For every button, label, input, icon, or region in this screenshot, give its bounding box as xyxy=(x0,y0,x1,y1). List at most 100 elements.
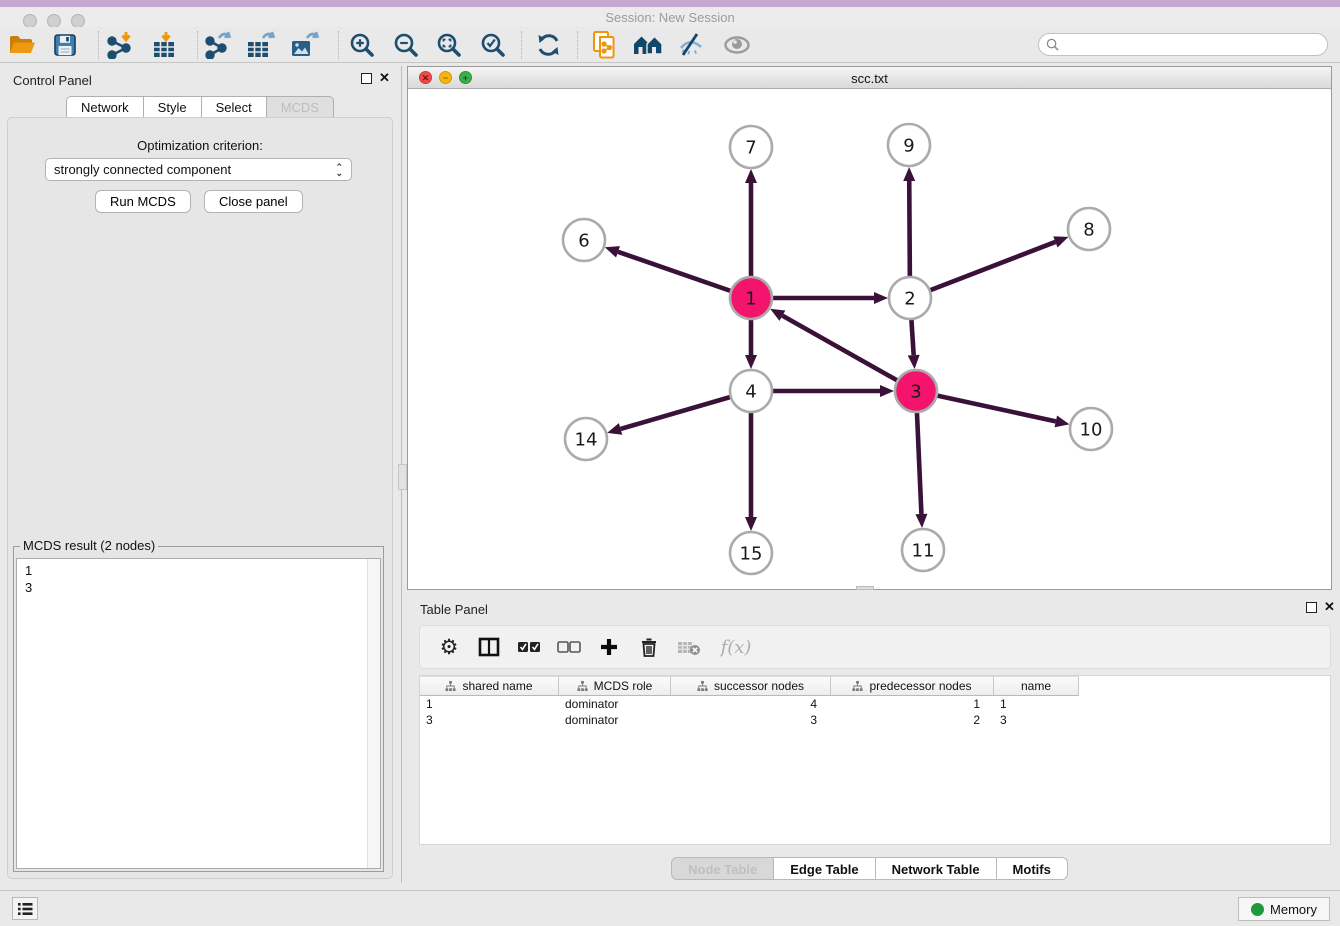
column-header-successor-nodes[interactable]: successor nodes xyxy=(671,676,831,696)
tab-network[interactable]: Network xyxy=(66,96,144,118)
criterion-select[interactable]: strongly connected component ⌃⌄ xyxy=(45,158,352,181)
close-panel-icon[interactable]: ✕ xyxy=(379,71,390,85)
import-network-button[interactable] xyxy=(103,29,137,61)
unselect-all-columns-button[interactable] xyxy=(556,634,582,660)
save-session-button[interactable] xyxy=(48,29,82,61)
mcds-result-lines: 13 xyxy=(17,559,380,599)
zoom-out-button[interactable] xyxy=(389,29,423,61)
table-cell[interactable]: 1 xyxy=(994,696,1079,712)
open-session-button[interactable] xyxy=(5,29,39,61)
control-panel-title: Control Panel xyxy=(13,73,92,88)
toolbar-separator xyxy=(197,31,198,59)
graph-node-label: 6 xyxy=(578,230,589,251)
graph-edge-3-1[interactable] xyxy=(782,316,916,391)
tab-select[interactable]: Select xyxy=(202,96,267,118)
hide-graphics-button[interactable] xyxy=(674,29,708,61)
table-cell[interactable]: 3 xyxy=(994,712,1079,728)
graph-node-label: 1 xyxy=(745,288,756,309)
function-builder-button[interactable]: f(x) xyxy=(716,634,756,660)
control-panel-tabs: NetworkStyleSelectMCDS xyxy=(0,96,400,118)
app-titlebar: Session: New Session xyxy=(0,7,1340,27)
export-image-button[interactable] xyxy=(288,29,322,61)
table-row[interactable]: 3dominator323 xyxy=(420,712,1330,728)
tab-mcds[interactable]: MCDS xyxy=(267,96,334,118)
vertical-splitter[interactable] xyxy=(401,66,406,883)
tab-edge-table[interactable]: Edge Table xyxy=(774,857,875,880)
table-cell[interactable]: 3 xyxy=(671,712,831,728)
graph-node-label: 10 xyxy=(1080,419,1103,440)
show-columns-button[interactable] xyxy=(476,634,502,660)
home-layout-button[interactable] xyxy=(632,29,666,61)
gear-icon: ⚙ xyxy=(440,635,459,660)
table-cell[interactable]: 1 xyxy=(831,696,994,712)
table-header-row: shared nameMCDS role successor nodes prede… xyxy=(420,676,1330,696)
float-table-panel-icon[interactable] xyxy=(1306,602,1317,613)
delete-table-button[interactable] xyxy=(676,634,702,660)
splitter-handle[interactable] xyxy=(398,464,407,490)
tab-style[interactable]: Style xyxy=(144,96,202,118)
table-settings-button[interactable]: ⚙ xyxy=(436,634,462,660)
network-window-titlebar[interactable]: ✕ − + scc.txt xyxy=(408,67,1331,89)
zoom-fit-button[interactable] xyxy=(432,29,466,61)
column-tree-icon xyxy=(577,680,588,692)
column-header-label: successor nodes xyxy=(714,679,804,693)
network-view-window: ✕ − + scc.txt 7968124314101511 xyxy=(407,66,1332,590)
refresh-button[interactable] xyxy=(532,29,566,61)
network-resize-handle[interactable] xyxy=(856,586,874,590)
toolbar-separator xyxy=(98,31,99,59)
table-cell[interactable]: 4 xyxy=(671,696,831,712)
column-header-predecessor-nodes[interactable]: predecessor nodes xyxy=(831,676,994,696)
tab-motifs[interactable]: Motifs xyxy=(997,857,1068,880)
mcds-result-scrollbar[interactable] xyxy=(367,559,380,868)
column-header-mcds-role[interactable]: MCDS role xyxy=(559,676,671,696)
graph-edge-2-8[interactable] xyxy=(910,242,1055,298)
list-icon xyxy=(17,902,33,916)
graph-node-label: 15 xyxy=(740,543,763,564)
control-panel: Control Panel ✕ NetworkStyleSelectMCDS O… xyxy=(0,66,400,883)
network-window-title: scc.txt xyxy=(408,71,1331,86)
column-header-shared-name[interactable]: shared name xyxy=(420,676,559,696)
window-title: Session: New Session xyxy=(0,10,1340,25)
column-header-name[interactable]: name xyxy=(994,676,1079,696)
table-cell[interactable]: 1 xyxy=(420,696,559,712)
show-graphics-button[interactable] xyxy=(720,29,754,61)
zoom-in-icon xyxy=(349,32,375,58)
table-row[interactable]: 1dominator411 xyxy=(420,696,1330,712)
search-field[interactable] xyxy=(1038,33,1328,56)
network-canvas[interactable]: 7968124314101511 xyxy=(408,89,1331,589)
clone-network-button[interactable] xyxy=(588,29,622,61)
import-network-icon xyxy=(105,31,135,59)
export-table-icon xyxy=(245,31,277,59)
show-task-history-button[interactable] xyxy=(12,897,38,920)
select-all-columns-button[interactable] xyxy=(516,634,542,660)
fx-icon: f(x) xyxy=(721,637,752,658)
table-cell[interactable]: dominator xyxy=(559,712,671,728)
table-cell[interactable]: 2 xyxy=(831,712,994,728)
control-panel-header: Control Panel ✕ xyxy=(0,66,400,94)
delete-table-icon xyxy=(677,638,701,656)
tab-node-table[interactable]: Node Table xyxy=(671,857,774,880)
column-header-label: name xyxy=(1021,679,1051,693)
export-network-button[interactable] xyxy=(201,29,235,61)
import-table-icon xyxy=(151,31,181,59)
memory-button[interactable]: Memory xyxy=(1238,897,1330,921)
create-column-button[interactable] xyxy=(596,634,622,660)
close-panel-button[interactable]: Close panel xyxy=(204,190,303,213)
zoom-in-button[interactable] xyxy=(345,29,379,61)
graph-node-label: 11 xyxy=(912,540,935,561)
graph-node-label: 9 xyxy=(903,135,914,156)
export-table-button[interactable] xyxy=(244,29,278,61)
tab-network-table[interactable]: Network Table xyxy=(876,857,997,880)
run-mcds-button[interactable]: Run MCDS xyxy=(95,190,191,213)
delete-column-button[interactable] xyxy=(636,634,662,660)
mcds-result-groupbox: MCDS result (2 nodes) 13 xyxy=(13,546,384,872)
search-input[interactable] xyxy=(1064,38,1327,52)
mcds-result-textarea[interactable]: 13 xyxy=(16,558,381,869)
table-cell[interactable]: dominator xyxy=(559,696,671,712)
float-panel-icon[interactable] xyxy=(361,73,372,84)
table-cell[interactable]: 3 xyxy=(420,712,559,728)
close-table-panel-icon[interactable]: ✕ xyxy=(1324,600,1335,614)
import-table-button[interactable] xyxy=(149,29,183,61)
zoom-selected-button[interactable] xyxy=(476,29,510,61)
main-toolbar xyxy=(0,27,1340,63)
